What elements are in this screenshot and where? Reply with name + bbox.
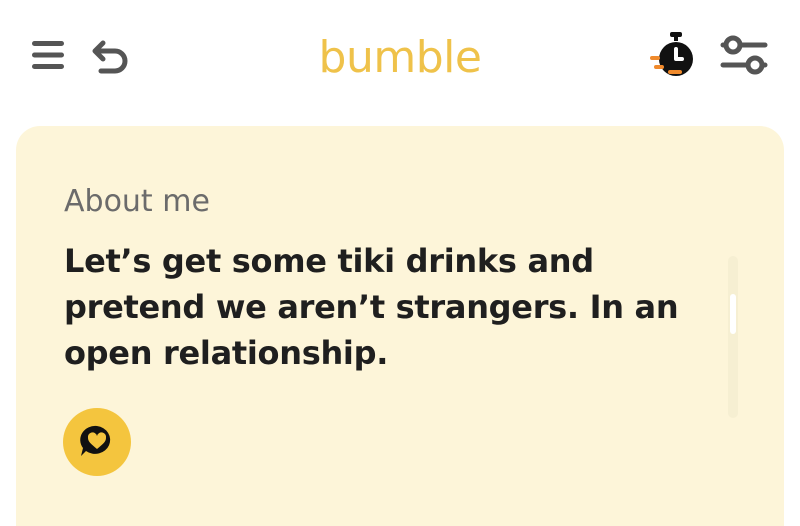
about-me-bio: Let’s get some tiki drinks and pretend w… — [64, 242, 679, 372]
top-bar: bumble — [0, 0, 800, 115]
timer-button[interactable] — [648, 28, 702, 82]
about-me-card: About me Let’s get some tiki drinks and … — [16, 126, 784, 526]
scrollbar-thumb[interactable] — [730, 294, 736, 334]
compliment-button[interactable] — [63, 408, 131, 476]
filter-sliders-icon — [720, 35, 768, 75]
compliment-heart-bubble-icon — [80, 425, 111, 456]
stopwatch-icon — [650, 32, 693, 76]
filter-button[interactable] — [718, 30, 770, 80]
scrollbar-track[interactable] — [728, 256, 738, 418]
about-me-heading: About me — [64, 184, 210, 219]
